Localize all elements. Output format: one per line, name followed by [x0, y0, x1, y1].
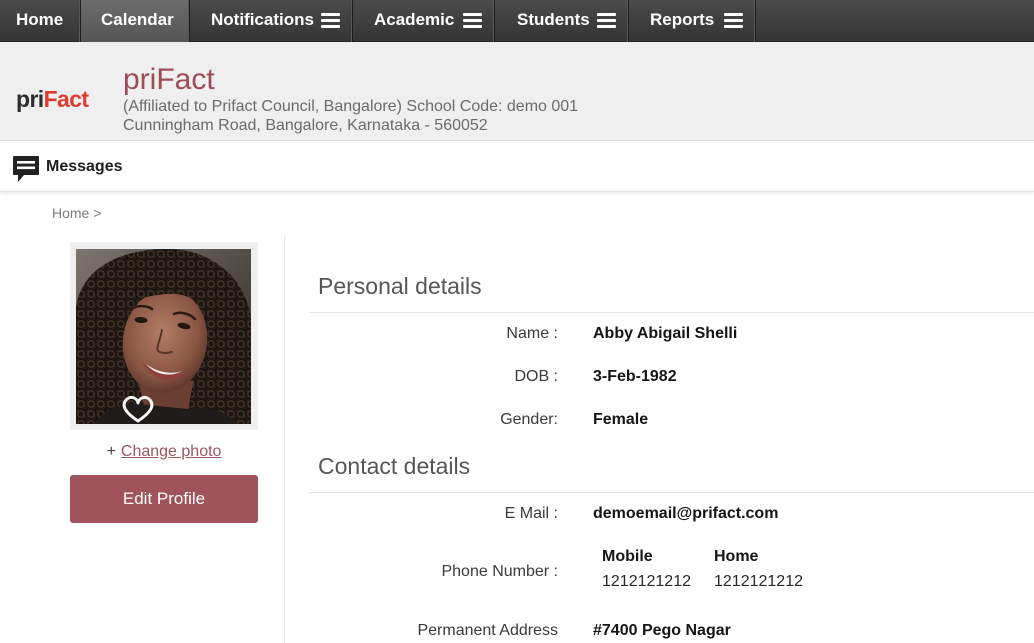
- personal-details-heading: Personal details: [318, 273, 482, 299]
- hamburger-icon: [597, 13, 616, 28]
- column-divider: [284, 235, 285, 643]
- school-address: Cunningham Road, Bangalore, Karnataka - …: [123, 117, 488, 134]
- change-photo-plus: +: [106, 443, 116, 460]
- logo-text-part2: Fact: [43, 86, 90, 112]
- school-info: (Affiliated to Prifact Council, Bangalor…: [123, 97, 578, 135]
- breadcrumb-home[interactable]: Home: [52, 205, 89, 221]
- breadcrumb: Home >: [52, 205, 102, 221]
- phone-mobile-heading: Mobile: [602, 548, 653, 565]
- change-photo: + Change photo: [70, 442, 258, 462]
- nav-item-notifications[interactable]: Notifications: [190, 0, 353, 42]
- nav-item-label: Students: [517, 10, 590, 29]
- address-label: Permanent Address: [417, 622, 558, 639]
- nav-item-academic[interactable]: Academic: [353, 0, 495, 42]
- name-label: Name :: [506, 325, 558, 342]
- gender-label: Gender:: [500, 411, 558, 428]
- school-title: priFact: [123, 63, 215, 96]
- dob-label: DOB :: [514, 368, 558, 385]
- nav-item-label: Calendar: [101, 10, 174, 29]
- nav-item-reports[interactable]: Reports: [629, 0, 756, 42]
- dob-value: 3-Feb-1982: [593, 368, 677, 385]
- profile-photo-frame: [70, 242, 258, 430]
- phone-label: Phone Number :: [441, 563, 558, 580]
- section-divider: [309, 492, 1034, 493]
- nav-item-calendar[interactable]: Calendar: [81, 0, 190, 42]
- nav-item-label: Academic: [374, 10, 455, 29]
- nav-item-label: Home: [16, 10, 64, 29]
- messages-link[interactable]: Messages: [46, 141, 123, 192]
- hamburger-icon: [724, 13, 743, 28]
- edit-profile-button[interactable]: Edit Profile: [70, 475, 258, 523]
- nav-item-label: Reports: [650, 10, 715, 29]
- messages-bar: Messages: [0, 141, 1034, 192]
- logo-text-part1: pri: [16, 86, 44, 112]
- address-value: #7400 Pego Nagar: [593, 622, 731, 639]
- school-header: priFact priFact (Affiliated to Prifact C…: [0, 42, 1034, 141]
- message-icon[interactable]: [12, 155, 40, 183]
- school-logo[interactable]: priFact: [16, 86, 89, 112]
- email-label: E Mail :: [504, 505, 558, 522]
- breadcrumb-separator: >: [93, 205, 102, 221]
- hamburger-icon: [321, 13, 340, 28]
- phone-mobile-value: 1212121212: [602, 573, 691, 590]
- nav-item-home[interactable]: Home: [0, 0, 81, 42]
- phone-home-heading: Home: [714, 548, 759, 565]
- top-nav: Home Calendar Notifications Academic Stu…: [0, 0, 1034, 42]
- nav-item-label: Notifications: [211, 10, 314, 29]
- gender-value: Female: [593, 411, 649, 428]
- contact-details-heading: Contact details: [318, 453, 471, 479]
- nav-item-students[interactable]: Students: [495, 0, 629, 42]
- school-affiliation: (Affiliated to Prifact Council, Bangalor…: [123, 98, 579, 115]
- name-value: Abby Abigail Shelli: [593, 325, 738, 342]
- change-photo-link[interactable]: Change photo: [121, 443, 222, 460]
- profile-photo: [76, 249, 251, 424]
- phone-home-value: 1212121212: [714, 573, 803, 590]
- email-value: demoemail@prifact.com: [593, 505, 779, 522]
- section-divider: [309, 312, 1034, 313]
- hamburger-icon: [463, 13, 482, 28]
